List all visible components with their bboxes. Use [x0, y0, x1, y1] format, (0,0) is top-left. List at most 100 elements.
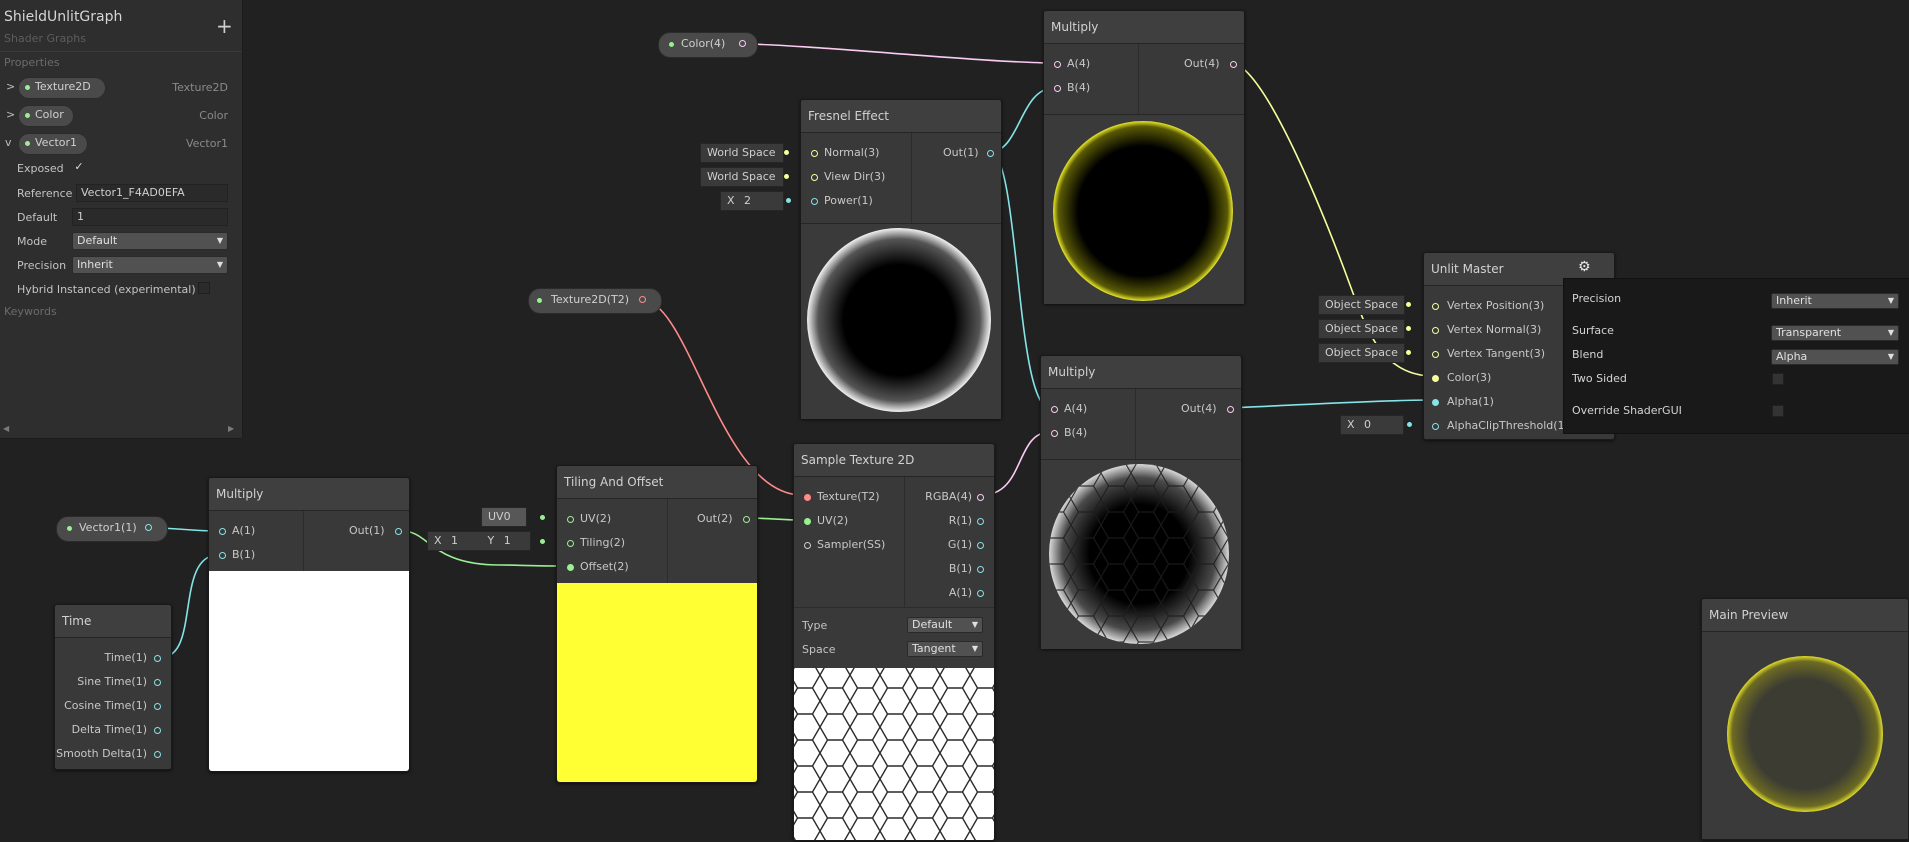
tiling-x-input[interactable]: 1 [451, 534, 458, 547]
port-dot-icon [811, 150, 818, 157]
vector1-expander-icon[interactable]: v [5, 136, 12, 149]
vertex-tangent-space-chip[interactable]: Object Space [1318, 343, 1405, 363]
vec-port-dot-icon [25, 141, 30, 146]
reference-input[interactable]: Vector1_F4AD0EFA [76, 184, 228, 202]
add-property-button[interactable]: + [216, 14, 233, 38]
keywords-header: Keywords [4, 305, 57, 318]
vertex-position-space-chip[interactable]: Object Space [1318, 295, 1405, 315]
output-port-cosine-time[interactable]: Cosine Time(1) [55, 696, 165, 716]
two-sided-checkbox[interactable] [1772, 373, 1784, 385]
color-dot-icon [669, 42, 674, 47]
default-label: Default [17, 211, 58, 224]
uv-channel-dropdown[interactable]: UV0 ▼ [481, 507, 527, 540]
texture2d-property-node[interactable]: Texture2D(T2) [528, 288, 662, 314]
preview-area[interactable] [1702, 632, 1908, 839]
color-property-pill[interactable]: Color [18, 105, 74, 127]
override-shadergui-checkbox[interactable] [1772, 405, 1784, 417]
port-dot-icon [1051, 430, 1058, 437]
chip-connector-icon [784, 174, 789, 179]
output-port[interactable]: Out(1) [349, 521, 405, 541]
scroll-left-icon[interactable]: ◀ [3, 424, 9, 433]
tiling-y-input[interactable]: 1 [504, 534, 511, 547]
precision-setting-dropdown[interactable]: Inherit ▼ [1771, 293, 1899, 309]
port-dot-icon [219, 552, 226, 559]
dropdown-value: Tangent [912, 642, 956, 655]
time-node[interactable]: Time Time(1) Sine Time(1) Cosine Time(1)… [54, 604, 172, 770]
output-port-rgba[interactable]: RGBA(4) [924, 487, 990, 507]
chevron-down-icon: ▼ [216, 236, 223, 245]
tiling-and-offset-node[interactable]: Tiling And Offset UV(2) Tiling(2) Offset… [556, 465, 758, 783]
node-label: Color(4) [681, 37, 726, 50]
precision-setting-label: Precision [1572, 292, 1622, 305]
precision-dropdown[interactable]: Inherit ▼ [72, 256, 228, 274]
chevron-down-icon: ▼ [216, 260, 223, 269]
power-value-chip[interactable]: X 2 [720, 191, 784, 211]
port-dot-icon [567, 564, 574, 571]
default-input[interactable]: 1 [72, 208, 228, 226]
output-port[interactable]: Out(2) [697, 509, 753, 529]
multiply-node-top[interactable]: Multiply A(4) B(4) Out(4) [1043, 10, 1245, 304]
preview-area [801, 223, 1001, 419]
color-expander-icon[interactable]: > [6, 108, 15, 121]
properties-header: Properties [4, 56, 60, 69]
output-port-g[interactable]: G(1) [924, 535, 990, 555]
output-port-smooth-delta[interactable]: Smooth Delta(1) [55, 744, 165, 764]
node-label: Texture2D(T2) [551, 293, 630, 306]
sample-texture-2d-node[interactable]: Sample Texture 2D Texture(T2) UV(2) Samp… [793, 443, 995, 841]
mode-dropdown[interactable]: Default ▼ [72, 232, 228, 250]
output-port-icon[interactable] [145, 524, 152, 531]
output-port-r[interactable]: R(1) [924, 511, 990, 531]
blend-setting-dropdown[interactable]: Alpha ▼ [1771, 349, 1899, 365]
output-port-a[interactable]: A(1) [924, 583, 990, 603]
port-dot-icon [977, 494, 984, 501]
space-dropdown[interactable]: Tangent ▼ [907, 641, 983, 657]
port-dot-icon [154, 727, 161, 734]
fresnel-effect-node[interactable]: Fresnel Effect Normal(3) View Dir(3) Pow… [800, 99, 1002, 419]
type-label: Type [802, 619, 828, 632]
property-name: Color [35, 108, 64, 121]
color-property-node[interactable]: Color(4) [658, 32, 758, 58]
gear-icon[interactable]: ⚙ [1578, 259, 1591, 275]
vec-port-dot-icon [25, 113, 30, 118]
alpha-clip-input[interactable]: 0 [1364, 418, 1371, 431]
hybrid-instanced-checkbox[interactable] [198, 282, 210, 294]
power-input[interactable]: 2 [744, 194, 751, 207]
texture2d-property-pill[interactable]: Texture2D [18, 77, 106, 99]
dropdown-value: Default [77, 234, 118, 247]
port-dot-icon [977, 590, 984, 597]
viewdir-space-chip[interactable]: World Space [700, 167, 784, 187]
alpha-clip-value-chip[interactable]: X 0 [1340, 415, 1404, 435]
scroll-right-icon[interactable]: ▶ [228, 424, 234, 433]
port-dot-icon [804, 518, 811, 525]
exposed-checkbox[interactable]: ✓ [73, 161, 85, 174]
port-dot-icon [1054, 61, 1061, 68]
normal-space-chip[interactable]: World Space [700, 143, 784, 163]
preview-area [557, 583, 757, 782]
tiling-vector-chip[interactable]: X 1 Y 1 [427, 531, 531, 551]
texture2d-expander-icon[interactable]: > [6, 80, 15, 93]
node-title: Main Preview [1702, 599, 1908, 632]
output-port-b[interactable]: B(1) [924, 559, 990, 579]
output-port-icon[interactable] [739, 40, 746, 47]
dropdown-value: Inherit [77, 258, 113, 271]
node-title: Multiply [1041, 356, 1241, 389]
multiply-node-left[interactable]: Multiply A(1) B(1) Out(1) [208, 477, 410, 772]
output-port-delta-time[interactable]: Delta Time(1) [55, 720, 165, 740]
output-port[interactable]: Out(4) [1184, 54, 1240, 74]
output-port[interactable]: Out(1) [941, 143, 997, 163]
multiply-node-mid[interactable]: Multiply A(4) B(4) Out(4) [1040, 355, 1242, 649]
vector1-property-node[interactable]: Vector1(1) [56, 516, 168, 542]
output-port-sine-time[interactable]: Sine Time(1) [55, 672, 165, 692]
two-sided-label: Two Sided [1572, 372, 1627, 385]
type-dropdown[interactable]: Default ▼ [907, 617, 983, 633]
main-preview-panel[interactable]: Main Preview [1701, 598, 1909, 840]
chevron-down-icon: ▼ [1887, 352, 1894, 361]
chip-connector-icon [1406, 326, 1411, 331]
vertex-normal-space-chip[interactable]: Object Space [1318, 319, 1405, 339]
output-port-time[interactable]: Time(1) [55, 648, 165, 668]
port-dot-icon [154, 655, 161, 662]
surface-setting-dropdown[interactable]: Transparent ▼ [1771, 325, 1899, 341]
output-port[interactable]: Out(4) [1181, 399, 1237, 419]
output-port-icon[interactable] [639, 296, 646, 303]
vector1-property-pill[interactable]: Vector1 [18, 133, 88, 155]
